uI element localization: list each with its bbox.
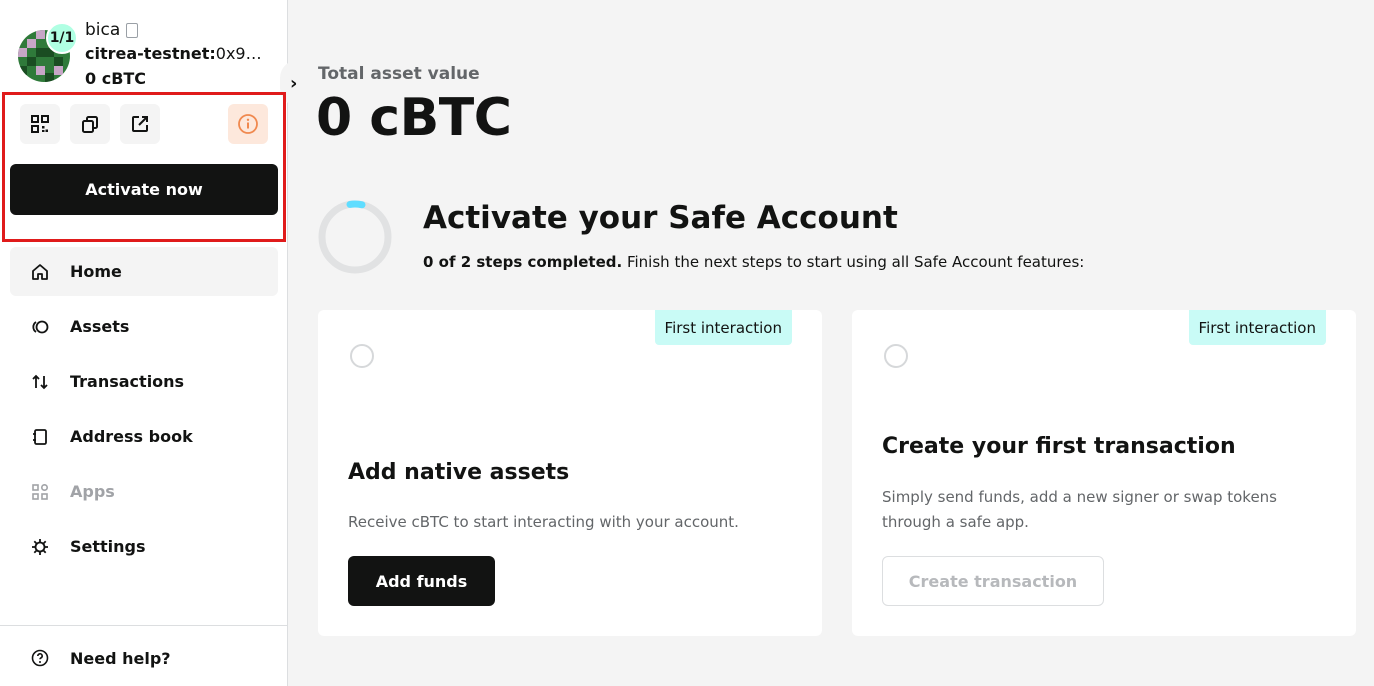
copy-icon xyxy=(82,116,98,133)
account-header: 1/1 bica citrea-testnet:0x91E... 0 cBTC … xyxy=(18,20,316,106)
sidebar-item-transactions[interactable]: Transactions xyxy=(10,357,278,406)
account-address[interactable]: citrea-testnet:0x91E... xyxy=(85,44,267,63)
account-name-label: bica xyxy=(85,20,121,40)
sidebar-item-label: Apps xyxy=(70,482,115,501)
network-prefix: citrea-testnet: xyxy=(85,44,216,63)
assets-icon xyxy=(30,317,50,337)
threshold-badge: 1/1 xyxy=(46,22,78,54)
need-help-link[interactable]: Need help? xyxy=(30,648,171,668)
qr-code-button[interactable] xyxy=(20,104,60,144)
card-title: Add native assets xyxy=(348,460,570,485)
notebook-icon xyxy=(126,22,139,38)
sidebar-item-home[interactable]: Home xyxy=(10,247,278,296)
need-help-label: Need help? xyxy=(70,648,171,668)
card-description: Simply send funds, add a new signer or s… xyxy=(882,488,1277,531)
copy-address-button[interactable] xyxy=(70,104,110,144)
home-icon xyxy=(30,262,50,282)
sidebar-item-label: Settings xyxy=(70,537,146,556)
qr-code-icon xyxy=(31,115,49,133)
sidebar: 1/1 bica citrea-testnet:0x91E... 0 cBTC … xyxy=(0,0,316,686)
status-badge: First interaction xyxy=(654,310,792,345)
info-button[interactable] xyxy=(228,104,268,144)
first-transaction-card: First interaction Create your first tran… xyxy=(852,310,1356,636)
sidebar-item-label: Transactions xyxy=(70,372,185,391)
help-icon xyxy=(30,648,50,668)
steps-description: Finish the next steps to start using all… xyxy=(622,253,1085,271)
sidebar-item-settings[interactable]: Settings xyxy=(10,522,278,571)
total-asset-label: Total asset value xyxy=(318,64,480,84)
step-radio xyxy=(350,344,374,368)
account-balance: 0 cBTC xyxy=(85,69,147,88)
account-name: bica xyxy=(85,20,139,40)
sidebar-nav: Home Assets Transactions Address book Ap… xyxy=(10,247,278,577)
sidebar-item-label: Home xyxy=(70,262,122,281)
address-book-icon xyxy=(30,427,50,447)
transactions-icon xyxy=(30,372,50,392)
card-title: Create your first transaction xyxy=(882,434,1236,459)
step-radio xyxy=(884,344,908,368)
sidebar-item-assets[interactable]: Assets xyxy=(10,302,278,351)
main-content: Total asset value 0 cBTC Activate your S… xyxy=(289,0,1374,686)
activate-title: Activate your Safe Account xyxy=(423,200,898,236)
activation-progress-ring xyxy=(318,200,392,274)
sidebar-item-label: Assets xyxy=(70,317,130,336)
sidebar-item-label: Address book xyxy=(70,427,193,446)
total-asset-value: 0 cBTC xyxy=(316,88,512,148)
status-badge: First interaction xyxy=(1188,310,1326,345)
card-description: Receive cBTC to start interacting with y… xyxy=(348,513,739,531)
add-assets-card: First interaction Add native assets Rece… xyxy=(318,310,822,636)
sidebar-divider xyxy=(0,625,288,626)
open-explorer-button[interactable] xyxy=(120,104,160,144)
sidebar-item-address-book[interactable]: Address book xyxy=(10,412,278,461)
create-transaction-button[interactable]: Create transaction xyxy=(882,556,1104,606)
steps-subtitle: 0 of 2 steps completed. Finish the next … xyxy=(423,253,1084,271)
add-funds-button[interactable]: Add funds xyxy=(348,556,495,606)
settings-icon xyxy=(30,537,50,557)
info-icon xyxy=(238,114,258,134)
steps-completed: 0 of 2 steps completed. xyxy=(423,253,623,271)
address-text: 0x91E... xyxy=(215,44,267,63)
apps-icon xyxy=(30,482,50,502)
sidebar-item-apps[interactable]: Apps xyxy=(10,467,278,516)
external-link-icon xyxy=(132,116,148,132)
activate-now-button[interactable]: Activate now xyxy=(10,164,278,215)
